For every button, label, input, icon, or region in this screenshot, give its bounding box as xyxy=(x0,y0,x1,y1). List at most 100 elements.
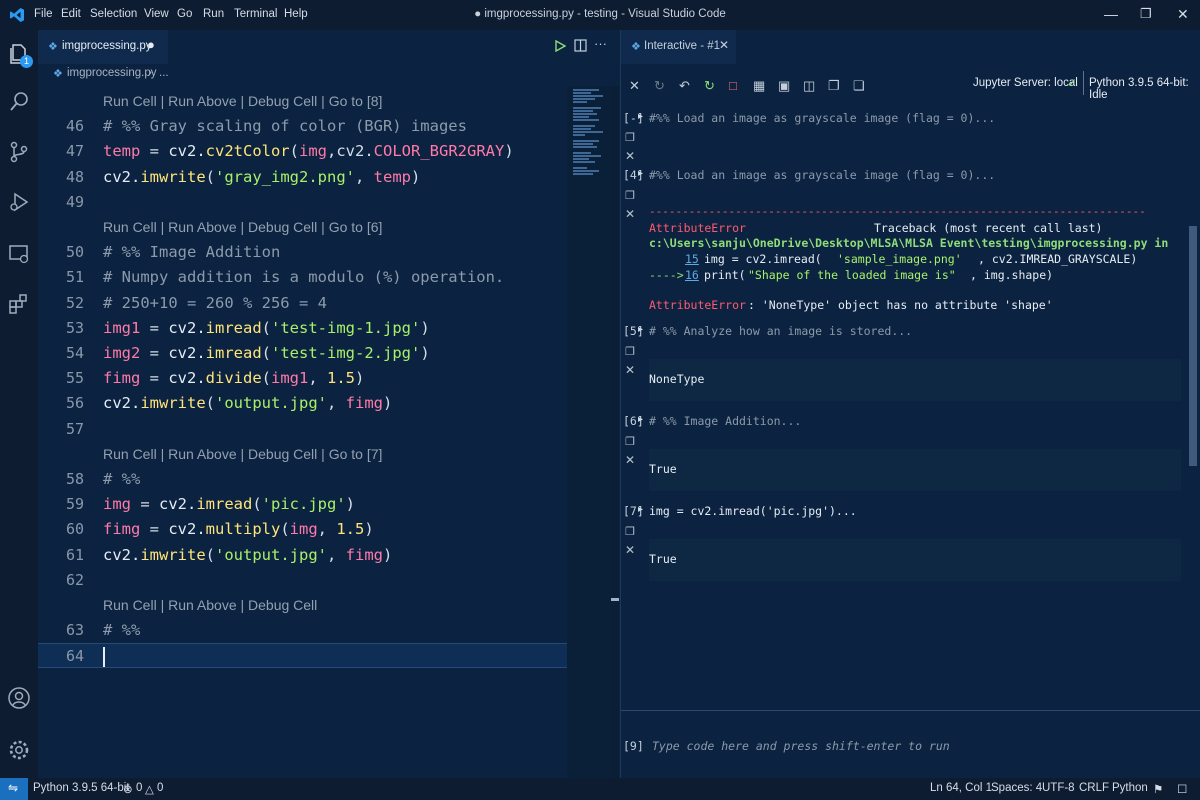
code-token: temp xyxy=(103,142,141,161)
code-token: img1 xyxy=(103,318,141,337)
code-lens-actions[interactable]: Run Cell | Run Above | Debug Cell | Go t… xyxy=(103,89,382,114)
code-line: 59 img = cv2.imread('pic.jpg') xyxy=(38,492,567,517)
run-debug-icon[interactable] xyxy=(7,190,31,214)
cell-code-preview[interactable]: # %% Image Addition... xyxy=(649,414,801,428)
code-token: 1.5 xyxy=(327,369,355,388)
split-editor-icon[interactable] xyxy=(574,39,587,52)
code-line: 52 # 250+10 = 260 % 256 = 4 xyxy=(38,291,567,316)
input-placeholder[interactable]: Type code here and press shift-enter to … xyxy=(652,739,950,753)
error-count[interactable]: 0 xyxy=(136,782,142,794)
collapse-chevron-icon[interactable]: ▸ xyxy=(638,504,643,515)
goto-code-icon[interactable]: ❐ xyxy=(625,345,635,358)
code-line: 51 # Numpy addition is a modulo (%) opera… xyxy=(38,265,567,290)
code-lens-actions[interactable]: Run Cell | Run Above | Debug Cell | Go t… xyxy=(103,442,382,467)
tab-interactive[interactable]: ❖ Interactive - #1 ✕ xyxy=(621,30,736,64)
line-number: 61 xyxy=(65,545,84,564)
code-lens[interactable]: Run Cell | Run Above | Debug Cell | Go t… xyxy=(38,215,567,240)
accounts-icon[interactable] xyxy=(7,686,31,710)
collapse-chevron-icon[interactable]: ▸ xyxy=(638,168,643,179)
traceback-line-number[interactable]: 15 xyxy=(685,252,699,266)
collapse-chevron-icon[interactable]: ▸ xyxy=(638,324,643,335)
save-icon[interactable]: ▣ xyxy=(778,78,790,94)
python-interpreter[interactable]: Python 3.9.5 64-bit xyxy=(33,782,130,794)
search-icon[interactable] xyxy=(7,90,31,114)
line-number: 57 xyxy=(65,419,84,438)
breadcrumb-file[interactable]: imgprocessing.py xyxy=(67,67,156,79)
line-number: 55 xyxy=(65,369,84,388)
code-token: ) xyxy=(410,167,421,186)
cursor-position[interactable]: Ln 64, Col 1 xyxy=(930,782,992,794)
gear-icon[interactable] xyxy=(7,738,31,762)
run-file-icon[interactable] xyxy=(554,40,566,52)
kernel-label[interactable]: Python 3.9.5 64-bit: Idle xyxy=(1089,77,1200,101)
restore-icon[interactable]: ❐ xyxy=(1140,6,1152,22)
tab-label: imgprocessing.py xyxy=(62,40,152,52)
panel-scrollbar-thumb[interactable] xyxy=(1189,226,1197,466)
unsaved-dot-icon[interactable]: ● xyxy=(147,37,155,52)
jupyter-server-label[interactable]: Jupyter Server: local xyxy=(973,77,1078,89)
goto-code-icon[interactable]: ❐ xyxy=(625,131,635,144)
error-circle-icon[interactable]: ⊗ xyxy=(123,782,133,796)
minimap[interactable] xyxy=(567,86,611,778)
end-of-line[interactable]: CRLF xyxy=(1079,782,1109,794)
interrupt-kernel-icon[interactable]: □ xyxy=(729,78,737,93)
cell-code-preview[interactable]: # %% Analyze how an image is stored... xyxy=(649,324,912,338)
traceback-rule: ----------------------------------------… xyxy=(649,205,1146,218)
warning-icon[interactable]: △ xyxy=(145,782,154,796)
goto-code-icon[interactable]: ❐ xyxy=(625,435,635,448)
line-source: # %% xyxy=(103,467,140,492)
remote-explorer-icon[interactable] xyxy=(7,242,31,266)
indentation[interactable]: Spaces: 4 xyxy=(991,782,1042,794)
breadcrumb-more[interactable]: ... xyxy=(159,67,169,79)
undo-icon[interactable]: ↶ xyxy=(679,78,690,94)
close-tab-icon[interactable]: ✕ xyxy=(719,38,729,52)
language-mode[interactable]: Python xyxy=(1112,782,1148,794)
warning-count[interactable]: 0 xyxy=(157,782,163,794)
delete-cell-icon[interactable]: ✕ xyxy=(625,149,635,163)
remote-indicator[interactable]: ⇋ xyxy=(0,778,28,800)
line-number: 46 xyxy=(65,117,84,136)
cell-code-preview[interactable]: #%% Load an image as grayscale image (fl… xyxy=(649,111,995,125)
code-token: cv2. xyxy=(103,545,141,564)
code-lens-actions[interactable]: Run Cell | Run Above | Debug Cell xyxy=(103,593,317,618)
goto-code-icon[interactable]: ❐ xyxy=(625,525,635,538)
export-icon[interactable]: ◫ xyxy=(803,78,815,94)
input-execution-count: [9] xyxy=(623,739,644,753)
tab-imgprocessing[interactable]: ❖ imgprocessing.py ● xyxy=(38,30,168,64)
clear-all-icon[interactable]: ✕ xyxy=(629,78,640,94)
editor-scrollbar[interactable] xyxy=(611,86,619,778)
encoding[interactable]: UTF-8 xyxy=(1042,782,1075,794)
code-token: temp xyxy=(373,167,411,186)
goto-code-icon[interactable]: ❐ xyxy=(625,189,635,202)
interactive-input[interactable]: [9] Type code here and press shift-enter… xyxy=(621,710,1200,778)
cell-code-preview[interactable]: #%% Load an image as grayscale image (fl… xyxy=(649,168,995,182)
expand-all-icon[interactable]: ❐ xyxy=(828,78,840,94)
cell-code-preview[interactable]: img = cv2.imread('pic.jpg')... xyxy=(649,504,857,518)
collapse-chevron-icon[interactable]: ▸ xyxy=(638,414,643,425)
delete-cell-icon[interactable]: ✕ xyxy=(625,363,635,377)
code-lens-actions[interactable]: Run Cell | Run Above | Debug Cell | Go t… xyxy=(103,215,382,240)
minimize-icon[interactable]: — xyxy=(1104,6,1118,22)
explorer-icon[interactable]: 1 xyxy=(7,42,33,68)
extensions-icon[interactable] xyxy=(7,292,31,316)
variables-icon[interactable]: ▦ xyxy=(753,78,765,94)
code-lens[interactable]: Run Cell | Run Above | Debug Cell | Go t… xyxy=(38,89,567,114)
traceback-line-number[interactable]: 16 xyxy=(685,268,699,282)
code-line: 49 xyxy=(38,190,567,215)
notifications-icon[interactable]: ☐ xyxy=(1177,782,1187,796)
delete-cell-icon[interactable]: ✕ xyxy=(625,543,635,557)
close-window-icon[interactable]: ✕ xyxy=(1177,6,1189,23)
redo-icon[interactable]: ↻ xyxy=(654,78,665,94)
restart-kernel-icon[interactable]: ↻ xyxy=(704,78,715,94)
collapse-chevron-icon[interactable]: ▸ xyxy=(638,111,643,122)
feedback-icon[interactable]: ⚑ xyxy=(1153,782,1163,796)
code-editor[interactable]: Run Cell | Run Above | Debug Cell | Go t… xyxy=(38,86,567,778)
source-control-icon[interactable] xyxy=(7,140,31,164)
code-lens[interactable]: Run Cell | Run Above | Debug Cell xyxy=(38,593,567,618)
delete-cell-icon[interactable]: ✕ xyxy=(625,207,635,221)
interactive-panel: ❖ Interactive - #1 ✕ ✕ ↻ ↶ ↻ □ ▦ ▣ ◫ ❐ ❏… xyxy=(620,30,1200,778)
delete-cell-icon[interactable]: ✕ xyxy=(625,453,635,467)
collapse-all-icon[interactable]: ❏ xyxy=(853,78,865,94)
more-actions-icon[interactable]: ··· xyxy=(594,36,607,51)
code-lens[interactable]: Run Cell | Run Above | Debug Cell | Go t… xyxy=(38,442,567,467)
